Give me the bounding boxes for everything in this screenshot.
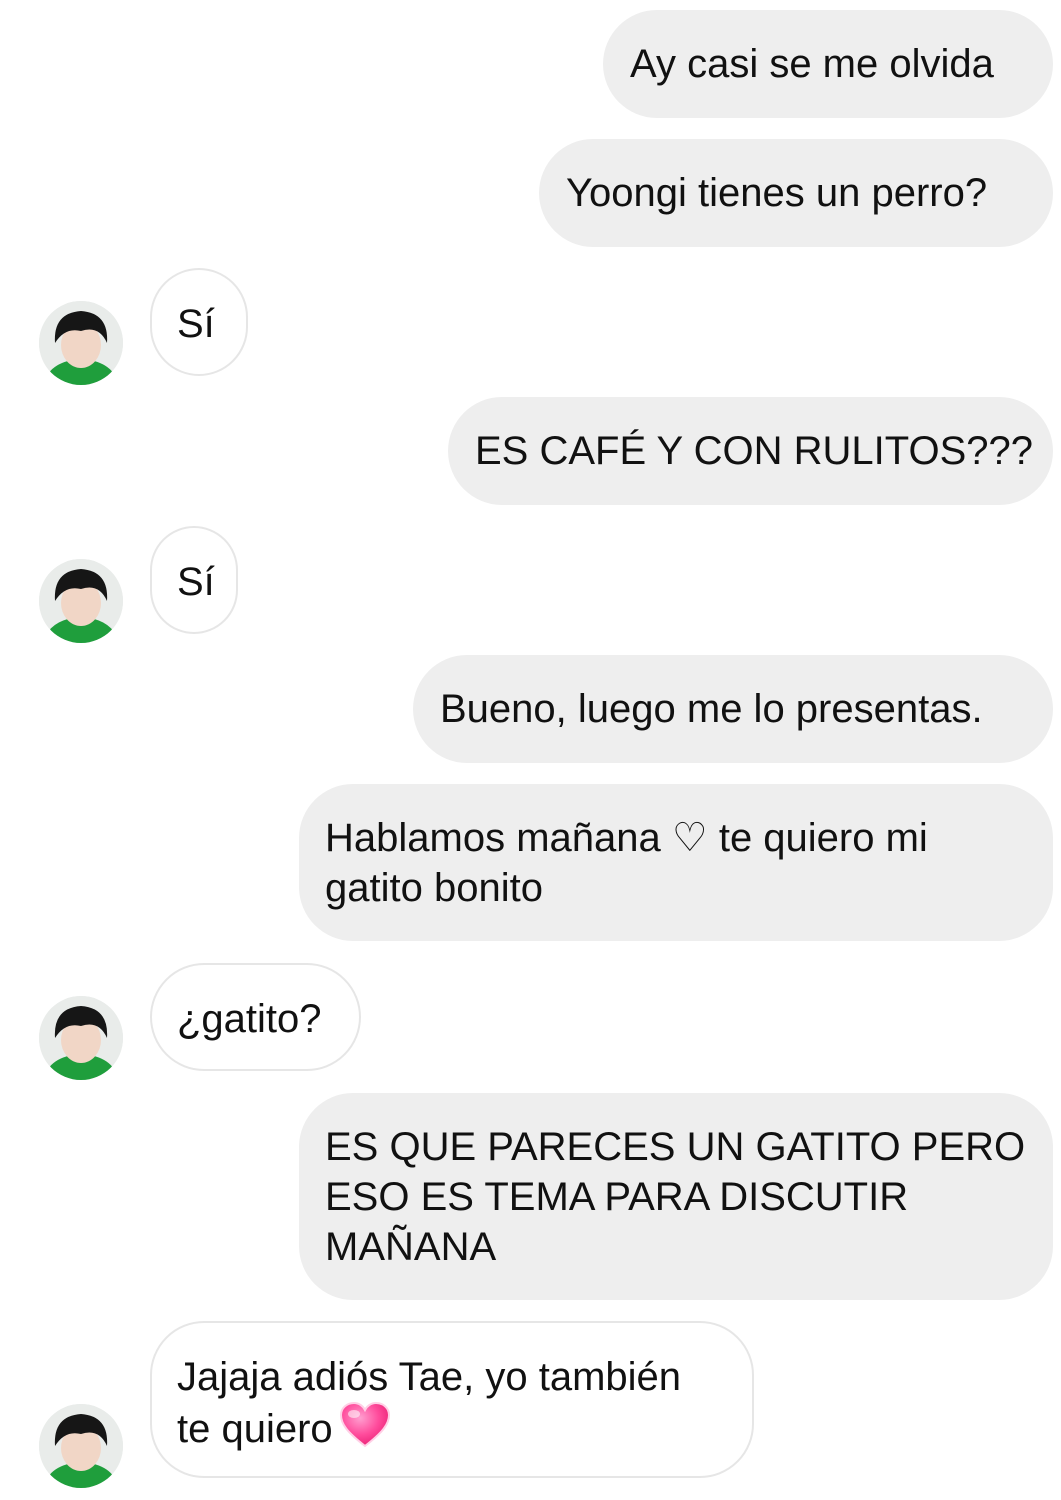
message-text: Ay casi se me olvida: [630, 42, 994, 86]
contact-avatar[interactable]: [39, 559, 123, 643]
avatar-image: [39, 996, 123, 1080]
message-text: Sí: [177, 560, 215, 604]
message-text-line: Jajaja adiós Tae, yo también: [177, 1355, 682, 1399]
avatar-image: [39, 301, 123, 385]
contact-avatar[interactable]: [39, 996, 123, 1080]
message-bubble-received[interactable]: Jajaja adiós Tae, yo también te quiero: [150, 1321, 754, 1478]
message-bubble-sent[interactable]: ES QUE PARECES UN GATITO PERO ESO ES TEM…: [299, 1093, 1053, 1300]
message-text-line: MAÑANA: [325, 1225, 497, 1269]
message-text: Yoongi tienes un perro?: [566, 171, 988, 215]
message-text-line: ESO ES TEMA PARA DISCUTIR: [325, 1175, 909, 1219]
message-text: Bueno, luego me lo presentas.: [440, 687, 983, 731]
message-bubble-sent[interactable]: Yoongi tienes un perro?: [539, 139, 1053, 247]
message-text-line: Hablamos mañana ♡ te quiero mi: [325, 816, 928, 860]
message-bubble-sent[interactable]: Bueno, luego me lo presentas.: [413, 655, 1053, 763]
message-bubble-sent[interactable]: Ay casi se me olvida: [603, 10, 1053, 118]
contact-avatar[interactable]: [39, 301, 123, 385]
message-bubble-received[interactable]: Sí: [150, 268, 248, 376]
pink-heart-icon: [339, 1401, 391, 1460]
message-text-line: te quiero: [177, 1407, 333, 1451]
message-text-line: ES QUE PARECES UN GATITO PERO: [325, 1125, 1026, 1169]
message-bubble-received[interactable]: ¿gatito?: [150, 963, 361, 1071]
message-text-line-with-emoji: te quiero: [177, 1401, 752, 1460]
message-text: ES CAFÉ Y CON RULITOS???: [475, 429, 1033, 473]
message-bubble-received[interactable]: Sí: [150, 526, 238, 634]
message-bubble-sent[interactable]: ES CAFÉ Y CON RULITOS???: [448, 397, 1053, 505]
contact-avatar[interactable]: [39, 1404, 123, 1488]
message-bubble-sent[interactable]: Hablamos mañana ♡ te quiero mi gatito bo…: [299, 784, 1053, 941]
message-text-line: gatito bonito: [325, 866, 543, 910]
message-text: ¿gatito?: [177, 997, 322, 1041]
message-text: Sí: [177, 302, 215, 346]
avatar-image: [39, 1404, 123, 1488]
avatar-image: [39, 559, 123, 643]
